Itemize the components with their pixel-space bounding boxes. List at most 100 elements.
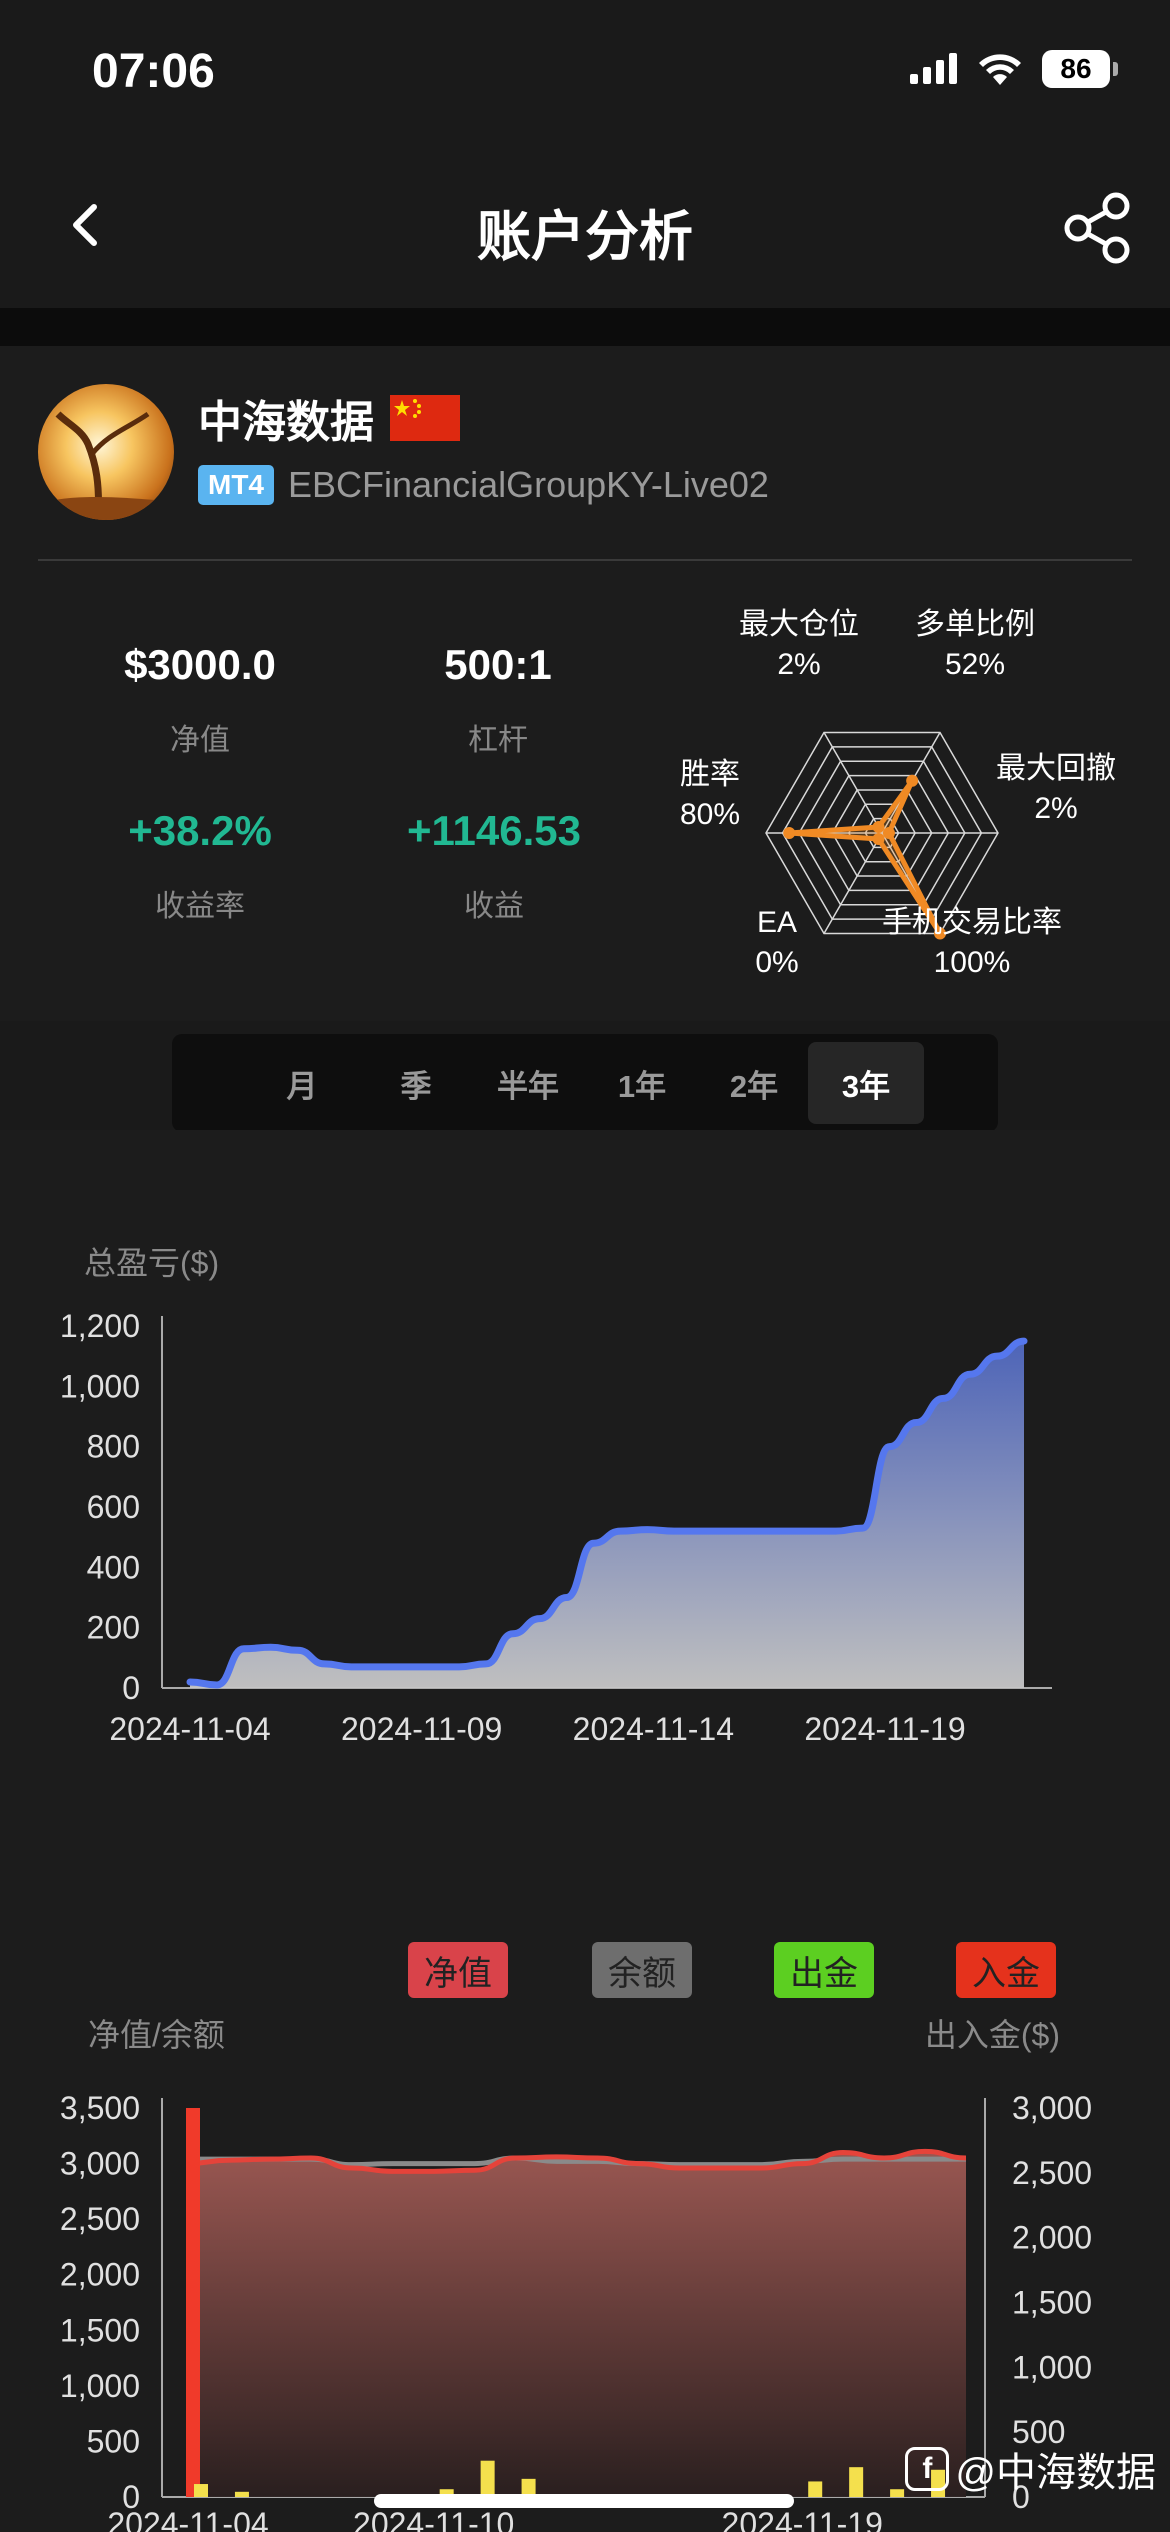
radar-label-max-drawdown: 最大回撤 2%: [990, 749, 1122, 829]
radar-axis-value: 0%: [755, 946, 799, 979]
y-tick-label: 1,200: [60, 1308, 140, 1344]
profile-name: 中海数据: [198, 398, 374, 447]
radar-axis-name: EA: [756, 906, 798, 939]
y-left-tick-label: 500: [87, 2423, 140, 2459]
y-right-tick-label: 1,500: [1012, 2285, 1092, 2321]
radar-axis-value: 80%: [679, 798, 741, 831]
section-divider: [0, 308, 1170, 346]
stats-panel: $3000.0 净值 500:1 杠杆 +38.2% 收益率 +1146.53 …: [0, 561, 1170, 1021]
flow-bar: [194, 2484, 208, 2497]
radar-point: [872, 820, 885, 833]
battery-indicator: 86: [1042, 50, 1118, 88]
return-rate-label: 收益率: [155, 890, 245, 923]
return-rate-value: +38.2%: [128, 807, 272, 854]
radar-axis-value: 52%: [944, 648, 1006, 681]
y-right-tick-label: 2,500: [1012, 2155, 1092, 2191]
y-tick-label: 400: [87, 1549, 140, 1585]
x-tick-label: 2024-11-14: [573, 1711, 734, 1747]
radar-axis-name: 最大回撤: [996, 752, 1116, 785]
deposit-bar: [186, 2108, 200, 2497]
x-tick-label: 2024-11-04: [107, 2506, 268, 2532]
leverage-value: 500:1: [444, 641, 552, 688]
x-tick-label: 2024-11-09: [341, 1711, 502, 1747]
y-tick-label: 600: [87, 1489, 140, 1525]
radar-axis-value: 2%: [777, 648, 821, 681]
period-tab-month[interactable]: 月: [244, 1042, 360, 1124]
period-tab-quarter[interactable]: 季: [358, 1042, 474, 1124]
stat-equity: $3000.0 净值: [70, 641, 330, 759]
account-id: EBCFinancialGroupKY-Live02: [288, 464, 769, 505]
status-icons: 86: [910, 50, 1118, 88]
page-title: 账户分析: [477, 207, 693, 267]
period-tab-half-year[interactable]: 半年: [470, 1042, 586, 1124]
y-right-tick-label: 1,000: [1012, 2349, 1092, 2385]
platform-badge: MT4: [198, 465, 274, 505]
total-pnl-chart: 总盈亏($) 0 200 400 600 800 1,000 1,200 2024-11-04 2…: [0, 1130, 1170, 1780]
equity-area: [188, 2151, 966, 2497]
y-tick-label: 0: [122, 1670, 140, 1706]
radar-point: [882, 827, 895, 839]
radar-axis-value: 2%: [1034, 792, 1078, 825]
radar-label-mobile-ratio: 手机交易比率 100%: [872, 903, 1072, 983]
chart-ylabel-left: 净值/余额: [88, 2017, 225, 2053]
home-indicator: [374, 2494, 794, 2508]
radar-axis-name: 多单比例: [915, 608, 1035, 641]
y-tick-label: 800: [87, 1429, 140, 1465]
y-tick-label: 1,000: [60, 1368, 140, 1404]
radar-axis-value: 100%: [933, 946, 1011, 979]
stat-leverage: 500:1 杠杆: [368, 641, 628, 759]
period-tab-2-year[interactable]: 2年: [696, 1042, 812, 1124]
radar-point: [783, 827, 796, 839]
y-left-tick-label: 1,000: [60, 2368, 140, 2404]
radar-point: [872, 833, 885, 846]
avatar[interactable]: [38, 384, 174, 520]
x-tick-label: 2024-11-19: [722, 2506, 883, 2532]
y-left-tick-label: 1,500: [60, 2312, 140, 2348]
chart-ylabel: 总盈亏($): [84, 1245, 219, 1281]
profile-subline: MT4 EBCFinancialGroupKY-Live02: [198, 464, 769, 506]
period-selector: 月 季 半年 1年 2年 3年: [172, 1034, 998, 1132]
stat-return-rate: +38.2% 收益率: [70, 807, 330, 925]
status-time: 07:06: [92, 45, 215, 98]
x-tick-label: 2024-11-10: [353, 2506, 514, 2532]
profile-name-row: 中海数据: [198, 386, 460, 450]
radar-label-win-rate: 胜率 80%: [672, 755, 748, 835]
watermark: f @中海数据: [905, 2440, 1156, 2498]
navigation-bar: 账户分析: [0, 140, 1170, 310]
x-tick-label: 2024-11-19: [804, 1711, 965, 1747]
total-pnl-svg: 总盈亏($) 0 200 400 600 800 1,000 1,200 2024-11-04 2…: [60, 1245, 1052, 1747]
profit-label: 收益: [464, 890, 524, 923]
period-tab-3-year[interactable]: 3年: [808, 1042, 924, 1124]
equity-value: $3000.0: [124, 641, 276, 688]
profile-card: 中海数据 MT4 EBCFinancialGroupKY-Live02: [0, 346, 1170, 561]
radar-label-long-ratio: 多单比例 52%: [900, 605, 1050, 685]
radar-label-ea: EA 0%: [752, 903, 802, 983]
profit-value: +1146.53: [406, 807, 582, 854]
share-button[interactable]: [1060, 188, 1140, 268]
wifi-icon: [979, 54, 1021, 85]
flow-bar: [234, 2491, 249, 2497]
chart-ylabel-right: 出入金($): [925, 2017, 1060, 2053]
y-left-tick-label: 2,000: [60, 2257, 140, 2293]
radar-label-max-position: 最大仓位 2%: [734, 605, 864, 685]
watermark-text: @中海数据: [955, 2451, 1156, 2495]
flow-bar: [890, 2489, 905, 2497]
china-flag-icon: [390, 395, 460, 441]
watermark-logo-icon: f: [905, 2447, 950, 2491]
equity-balance-chart: 净值 余额 出金 入金 净值/余额 出入金($) 0 500 1,000 1,500 2,0…: [0, 1780, 1170, 2532]
equity-label: 净值: [170, 724, 230, 757]
x-tick-label: 2024-11-04: [109, 1711, 270, 1747]
y-right-tick-label: 2,000: [1012, 2220, 1092, 2256]
period-tab-1-year[interactable]: 1年: [584, 1042, 700, 1124]
radar-axis-name: 胜率: [680, 758, 740, 791]
flow-bar: [849, 2467, 864, 2497]
y-left-tick-label: 3,000: [60, 2146, 140, 2182]
leverage-label: 杠杆: [468, 724, 528, 757]
radar-point: [906, 774, 919, 787]
radar-axis-name: 手机交易比率: [882, 906, 1062, 939]
status-bar: 07:06 86: [0, 0, 1170, 140]
y-right-tick-label: 3,000: [1012, 2090, 1092, 2126]
pnl-area: [190, 1341, 1024, 1688]
y-tick-label: 200: [87, 1610, 140, 1646]
cellular-signal-icon: [910, 53, 957, 84]
